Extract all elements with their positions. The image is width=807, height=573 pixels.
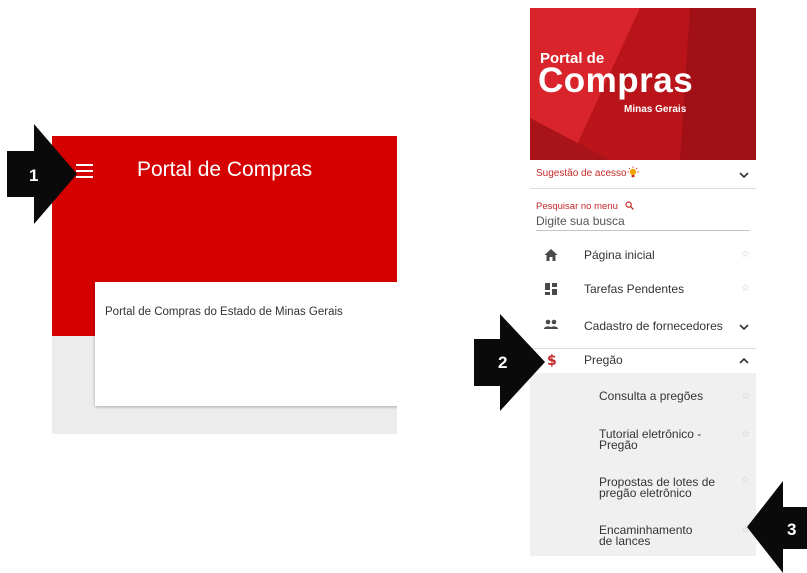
submenu-item-tutorial[interactable]: Tutorial eletrônico - Pregão ☆: [530, 423, 756, 457]
left-screen: Portal de Compras Portal de Compras do E…: [52, 136, 397, 434]
submenu-item-bid-forwarding[interactable]: Encaminhamento de lances ☆: [530, 521, 756, 555]
chevron-down-icon[interactable]: [739, 323, 749, 331]
suggestion-dropdown[interactable]: Sugestão de acesso: [530, 160, 756, 189]
card-text: Portal de Compras do Estado de Minas Ger…: [105, 306, 343, 318]
lightbulb-icon: [627, 166, 639, 178]
menu-item-auction[interactable]: $ Pregão: [530, 348, 756, 373]
menu-item-label: Página inicial: [584, 248, 655, 262]
navigation-drawer: Portal de Compras Minas Gerais Sugestão …: [530, 8, 756, 556]
callout-arrow-1: 1: [7, 124, 77, 224]
submenu-item-auction-search[interactable]: Consulta a pregões ☆: [530, 383, 756, 407]
auction-submenu: Consulta a pregões ☆ Tutorial eletrônico…: [530, 373, 756, 556]
submenu-item-label: Encaminhamento de lances: [599, 523, 693, 548]
menu-item-home[interactable]: Página inicial ☆: [530, 244, 756, 266]
favorite-star-icon[interactable]: ☆: [741, 249, 750, 260]
menu-item-label: Cadastro de fornecedores: [584, 319, 723, 333]
callout-number: 3: [787, 520, 797, 539]
submenu-item-lot-proposals[interactable]: Propostas de lotes de pregão eletrônico …: [530, 473, 756, 507]
hamburger-menu-icon[interactable]: [76, 162, 96, 180]
submenu-item-label: Propostas de lotes de pregão eletrônico: [599, 475, 716, 500]
svg-text:$: $: [547, 353, 557, 368]
search-input[interactable]: [536, 212, 750, 231]
callout-arrow-2: 2: [474, 314, 545, 411]
menu-item-pending-tasks[interactable]: Tarefas Pendentes ☆: [530, 278, 756, 300]
search-icon: [625, 201, 635, 210]
callout-number: 1: [29, 166, 39, 185]
home-icon: [544, 249, 558, 261]
callout-arrow-3: 3: [747, 481, 807, 573]
content-card: Portal de Compras do Estado de Minas Ger…: [95, 282, 397, 406]
brand-banner: Portal de Compras Minas Gerais: [530, 8, 756, 160]
menu-item-label: Pregão: [584, 353, 623, 367]
header-title: Portal de Compras: [137, 158, 313, 181]
callout-number: 2: [498, 353, 508, 372]
chevron-down-icon[interactable]: [739, 171, 749, 179]
favorite-star-icon[interactable]: ☆: [741, 429, 750, 440]
dollar-icon: $: [547, 353, 557, 368]
favorite-star-icon[interactable]: ☆: [741, 283, 750, 294]
brand-logo-line2: Compras: [538, 61, 694, 100]
search-label: Pesquisar no menu: [536, 201, 618, 212]
suggestion-label: Sugestão de acesso: [536, 168, 627, 179]
favorite-star-icon[interactable]: ☆: [741, 391, 750, 402]
submenu-item-label: Consulta a pregões: [599, 389, 704, 403]
dashboard-icon: [545, 283, 557, 295]
brand-logo-line3: Minas Gerais: [624, 104, 687, 115]
submenu-item-label: Tutorial eletrônico - Pregão: [599, 427, 702, 452]
people-icon: [544, 319, 558, 329]
menu-item-supplier-registration[interactable]: Cadastro de fornecedores: [530, 314, 756, 349]
chevron-up-icon[interactable]: [739, 357, 749, 365]
menu-item-label: Tarefas Pendentes: [584, 282, 685, 296]
